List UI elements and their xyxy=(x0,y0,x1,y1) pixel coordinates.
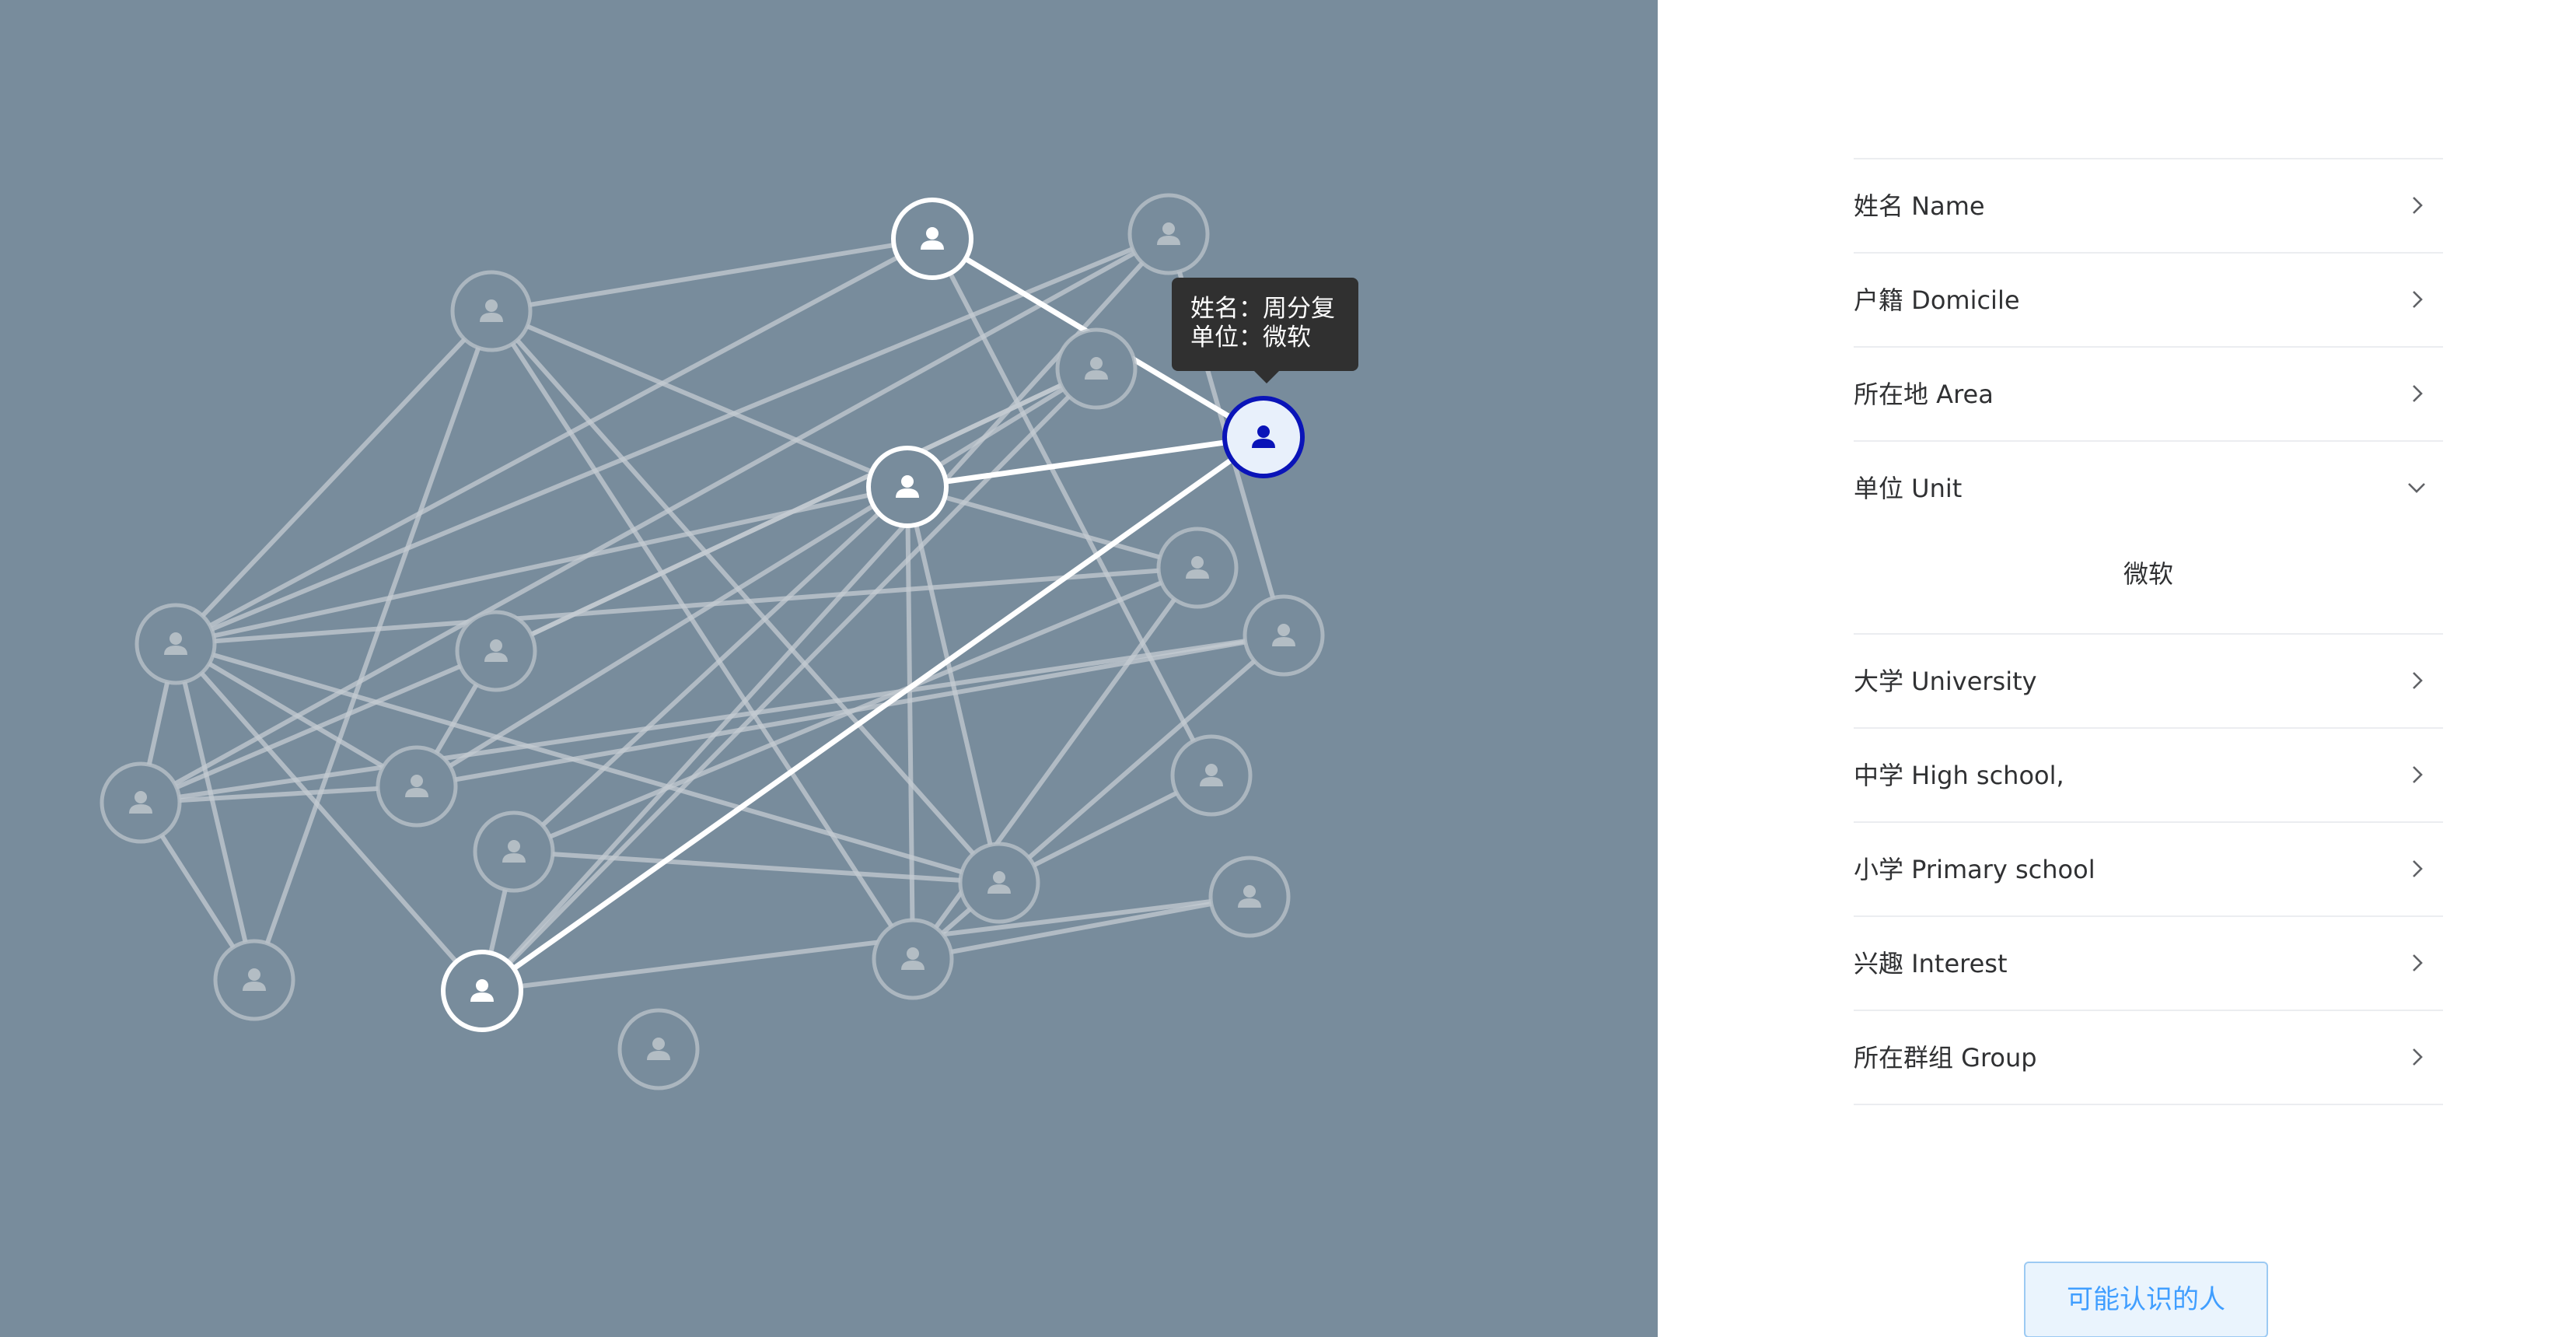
chevron-right-icon xyxy=(2413,385,2423,402)
relationship-graph[interactable]: 姓名：周分复 单位：微软 xyxy=(0,0,1658,1337)
chevron-right-icon xyxy=(2413,860,2423,877)
graph-edge xyxy=(173,309,494,646)
unit-value: 微软 xyxy=(2123,559,2173,589)
profile-menu: 姓名 Name 户籍 Domicile 所在地 Area 单位 Unit 微软 … xyxy=(1854,158,2443,1105)
menu-item-label: 户籍 Domicile xyxy=(1854,285,2020,315)
graph-node[interactable] xyxy=(872,918,954,1000)
graph-node-selected[interactable] xyxy=(1222,396,1305,478)
graph-node[interactable] xyxy=(455,610,537,692)
graph-node[interactable] xyxy=(866,446,949,528)
tooltip-unit: 单位：微软 xyxy=(1190,324,1311,352)
graph-edge xyxy=(415,366,1098,789)
graph-edge xyxy=(489,310,1001,884)
app-root: 姓名：周分复 单位：微软 姓名 Name 户籍 Domicile 所在地 Are… xyxy=(0,0,2576,1337)
chevron-down-icon xyxy=(2408,483,2425,493)
graph-edge xyxy=(495,366,1098,653)
graph-node[interactable] xyxy=(135,603,217,685)
graph-node[interactable] xyxy=(1170,734,1253,817)
chevron-right-icon xyxy=(2413,291,2423,308)
graph-node[interactable] xyxy=(473,810,555,893)
chevron-right-icon xyxy=(2413,954,2423,971)
graph-edge xyxy=(140,633,1285,805)
graph-node[interactable] xyxy=(441,950,523,1032)
profile-panel: 姓名 Name 户籍 Domicile 所在地 Area 单位 Unit 微软 … xyxy=(1658,0,2576,1337)
menu-item-label: 姓名 Name xyxy=(1854,191,1985,221)
graph-node[interactable] xyxy=(1127,193,1210,275)
graph-edge xyxy=(490,309,909,489)
menu-item-area[interactable]: 所在地 Area xyxy=(1854,348,2443,442)
graph-node[interactable] xyxy=(376,745,458,828)
graph-node[interactable] xyxy=(891,198,973,280)
menu-item-unit[interactable]: 单位 Unit 微软 xyxy=(1854,442,2443,635)
menu-item-name[interactable]: 姓名 Name xyxy=(1854,159,2443,254)
graph-node[interactable] xyxy=(450,270,533,352)
chevron-right-icon xyxy=(2413,672,2423,689)
tooltip-name: 姓名：周分复 xyxy=(1190,295,1335,323)
chevron-right-icon xyxy=(2413,1048,2423,1066)
people-you-may-know-button[interactable]: 可能认识的人 xyxy=(2024,1262,2268,1337)
graph-node[interactable] xyxy=(100,761,182,844)
menu-item-high-school[interactable]: 中学 High school, xyxy=(1854,729,2443,823)
menu-item-label: 单位 Unit xyxy=(1854,474,1963,503)
graph-node[interactable] xyxy=(1243,594,1325,677)
graph-edge xyxy=(173,643,257,981)
menu-item-interest[interactable]: 兴趣 Interest xyxy=(1854,917,2443,1011)
graph-node[interactable] xyxy=(958,842,1040,924)
menu-item-label: 所在群组 Group xyxy=(1854,1043,2037,1073)
graph-node[interactable] xyxy=(617,1008,700,1090)
menu-item-primary-school[interactable]: 小学 Primary school xyxy=(1854,823,2443,917)
graph-edge xyxy=(912,894,1250,961)
graph-node[interactable] xyxy=(1208,856,1291,938)
graph-edge xyxy=(907,485,1198,570)
graph-canvas[interactable] xyxy=(0,0,1658,1337)
graph-node[interactable] xyxy=(1156,527,1239,609)
menu-item-university[interactable]: 大学 University xyxy=(1854,635,2443,729)
graph-node[interactable] xyxy=(1055,327,1138,410)
menu-item-label: 中学 High school, xyxy=(1854,761,2064,790)
chevron-right-icon xyxy=(2413,197,2423,214)
menu-item-label: 大学 University xyxy=(1854,667,2037,696)
menu-item-label: 小学 Primary school xyxy=(1854,855,2095,884)
node-tooltip: 姓名：周分复 单位：微软 xyxy=(1172,278,1358,383)
menu-item-label: 所在地 Area xyxy=(1854,380,1994,409)
menu-item-domicile[interactable]: 户籍 Domicile xyxy=(1854,254,2443,348)
graph-node[interactable] xyxy=(213,939,295,1021)
menu-item-label: 兴趣 Interest xyxy=(1854,949,2008,978)
chevron-right-icon xyxy=(2413,766,2423,783)
menu-item-group[interactable]: 所在群组 Group xyxy=(1854,1011,2443,1105)
